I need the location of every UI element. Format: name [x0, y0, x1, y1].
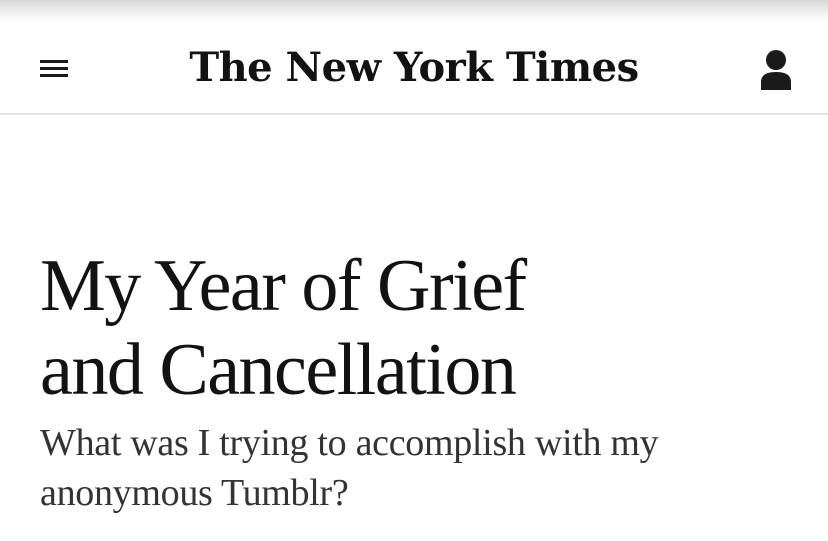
- article-page: The New York Times My Year of Grief and …: [0, 0, 828, 541]
- headline-line-2: and Cancellation: [40, 329, 517, 411]
- nyt-logo[interactable]: The New York Times: [0, 40, 828, 96]
- site-header: The New York Times: [0, 0, 828, 115]
- account-button[interactable]: [756, 48, 796, 92]
- article-headline: My Year of Grief and Cancellation: [40, 244, 800, 412]
- headline-line-1: My Year of Grief: [40, 245, 527, 327]
- subheadline-line-2: anonymous Tumblr?: [40, 472, 349, 514]
- user-account-icon: [761, 50, 791, 90]
- article-subheadline: What was I trying to accomplish with my …: [40, 418, 800, 518]
- subheadline-line-1: What was I trying to accomplish with my: [40, 422, 659, 464]
